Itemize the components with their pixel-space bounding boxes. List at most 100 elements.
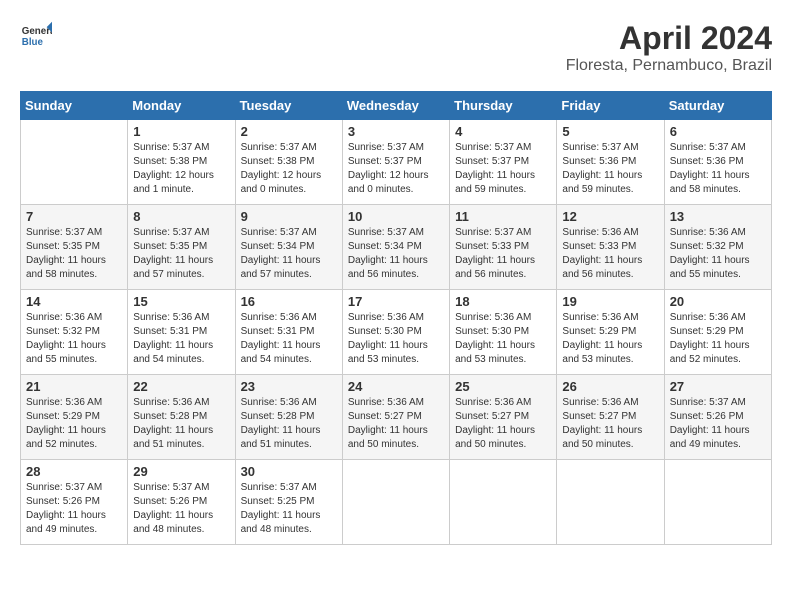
logo: General Blue [20,20,52,52]
calendar-header-wednesday: Wednesday [342,92,449,120]
day-number: 3 [348,124,444,139]
day-info: Sunrise: 5:36 AM Sunset: 5:29 PM Dayligh… [670,311,766,367]
day-number: 8 [133,209,229,224]
day-info: Sunrise: 5:37 AM Sunset: 5:35 PM Dayligh… [133,226,229,282]
calendar-cell: 5 Sunrise: 5:37 AM Sunset: 5:36 PM Daylig… [557,120,664,205]
day-number: 1 [133,124,229,139]
day-number: 20 [670,294,766,309]
day-number: 7 [26,209,122,224]
day-number: 18 [455,294,551,309]
day-number: 27 [670,379,766,394]
calendar-cell: 18 Sunrise: 5:36 AM Sunset: 5:30 PM Dayli… [450,290,557,375]
day-info: Sunrise: 5:36 AM Sunset: 5:28 PM Dayligh… [241,396,337,452]
calendar-header-thursday: Thursday [450,92,557,120]
day-info: Sunrise: 5:36 AM Sunset: 5:27 PM Dayligh… [348,396,444,452]
calendar-cell: 4 Sunrise: 5:37 AM Sunset: 5:37 PM Daylig… [450,120,557,205]
day-number: 4 [455,124,551,139]
calendar-cell: 13 Sunrise: 5:36 AM Sunset: 5:32 PM Dayli… [664,205,771,290]
calendar-cell [450,460,557,545]
svg-text:Blue: Blue [22,37,44,48]
calendar-cell: 14Sunrise: 5:36 AM Sunset: 5:32 PM Dayli… [21,290,128,375]
day-info: Sunrise: 5:36 AM Sunset: 5:29 PM Dayligh… [26,396,122,452]
day-info: Sunrise: 5:37 AM Sunset: 5:37 PM Dayligh… [455,141,551,197]
calendar-header-tuesday: Tuesday [235,92,342,120]
calendar-header-saturday: Saturday [664,92,771,120]
calendar-table: SundayMondayTuesdayWednesdayThursdayFrid… [20,91,772,545]
calendar-week-5: 28 Sunrise: 5:37 AM Sunset: 5:26 PM Dayli… [21,460,772,545]
calendar-cell: 12 Sunrise: 5:36 AM Sunset: 5:33 PM Dayli… [557,205,664,290]
day-number: 30 [241,464,337,479]
day-number: 14 [26,294,122,309]
calendar-header-monday: Monday [128,92,235,120]
day-info: Sunrise: 5:37 AM Sunset: 5:26 PM Dayligh… [670,396,766,452]
calendar-cell: 10Sunrise: 5:37 AM Sunset: 5:34 PM Dayli… [342,205,449,290]
day-number: 25 [455,379,551,394]
day-info: Sunrise: 5:37 AM Sunset: 5:26 PM Dayligh… [133,481,229,537]
calendar-week-4: 21 Sunrise: 5:36 AM Sunset: 5:29 PM Dayli… [21,375,772,460]
day-info: Sunrise: 5:36 AM Sunset: 5:31 PM Dayligh… [241,311,337,367]
calendar-week-2: 7 Sunrise: 5:37 AM Sunset: 5:35 PM Daylig… [21,205,772,290]
day-info: Sunrise: 5:37 AM Sunset: 5:38 PM Dayligh… [133,141,229,197]
calendar-cell: 25 Sunrise: 5:36 AM Sunset: 5:27 PM Dayli… [450,375,557,460]
calendar-cell: 29 Sunrise: 5:37 AM Sunset: 5:26 PM Dayli… [128,460,235,545]
day-info: Sunrise: 5:36 AM Sunset: 5:28 PM Dayligh… [133,396,229,452]
day-number: 22 [133,379,229,394]
day-number: 15 [133,294,229,309]
page-title: April 2024 [566,20,772,57]
day-number: 21 [26,379,122,394]
calendar-cell: 20 Sunrise: 5:36 AM Sunset: 5:29 PM Dayli… [664,290,771,375]
day-info: Sunrise: 5:37 AM Sunset: 5:25 PM Dayligh… [241,481,337,537]
day-number: 26 [562,379,658,394]
day-info: Sunrise: 5:36 AM Sunset: 5:30 PM Dayligh… [348,311,444,367]
day-number: 11 [455,209,551,224]
day-number: 5 [562,124,658,139]
calendar-cell: 17Sunrise: 5:36 AM Sunset: 5:30 PM Dayli… [342,290,449,375]
calendar-cell: 3 Sunrise: 5:37 AM Sunset: 5:37 PM Daylig… [342,120,449,205]
calendar-cell: 19 Sunrise: 5:36 AM Sunset: 5:29 PM Dayli… [557,290,664,375]
calendar-header-sunday: Sunday [21,92,128,120]
calendar-cell: 30 Sunrise: 5:37 AM Sunset: 5:25 PM Dayli… [235,460,342,545]
day-number: 13 [670,209,766,224]
day-number: 29 [133,464,229,479]
calendar-cell: 1 Sunrise: 5:37 AM Sunset: 5:38 PM Daylig… [128,120,235,205]
calendar-header-row: SundayMondayTuesdayWednesdayThursdayFrid… [21,92,772,120]
day-info: Sunrise: 5:36 AM Sunset: 5:33 PM Dayligh… [562,226,658,282]
calendar-cell: 27 Sunrise: 5:37 AM Sunset: 5:26 PM Dayli… [664,375,771,460]
calendar-week-1: 1 Sunrise: 5:37 AM Sunset: 5:38 PM Daylig… [21,120,772,205]
calendar-cell: 11 Sunrise: 5:37 AM Sunset: 5:33 PM Dayli… [450,205,557,290]
day-number: 19 [562,294,658,309]
day-info: Sunrise: 5:36 AM Sunset: 5:30 PM Dayligh… [455,311,551,367]
calendar-cell: 21 Sunrise: 5:36 AM Sunset: 5:29 PM Dayli… [21,375,128,460]
calendar-cell [21,120,128,205]
day-info: Sunrise: 5:37 AM Sunset: 5:33 PM Dayligh… [455,226,551,282]
day-number: 28 [26,464,122,479]
calendar-cell: 6 Sunrise: 5:37 AM Sunset: 5:36 PM Daylig… [664,120,771,205]
day-info: Sunrise: 5:36 AM Sunset: 5:29 PM Dayligh… [562,311,658,367]
calendar-cell: 26Sunrise: 5:36 AM Sunset: 5:27 PM Dayli… [557,375,664,460]
logo-icon: General Blue [20,20,52,52]
day-info: Sunrise: 5:37 AM Sunset: 5:26 PM Dayligh… [26,481,122,537]
calendar-header-friday: Friday [557,92,664,120]
day-number: 12 [562,209,658,224]
calendar-cell: 7Sunrise: 5:37 AM Sunset: 5:35 PM Daylig… [21,205,128,290]
day-number: 6 [670,124,766,139]
day-info: Sunrise: 5:37 AM Sunset: 5:37 PM Dayligh… [348,141,444,197]
day-number: 16 [241,294,337,309]
day-number: 24 [348,379,444,394]
calendar-week-3: 14Sunrise: 5:36 AM Sunset: 5:32 PM Dayli… [21,290,772,375]
page-subtitle: Floresta, Pernambuco, Brazil [566,57,772,75]
day-info: Sunrise: 5:37 AM Sunset: 5:34 PM Dayligh… [348,226,444,282]
day-info: Sunrise: 5:37 AM Sunset: 5:36 PM Dayligh… [562,141,658,197]
day-number: 9 [241,209,337,224]
day-info: Sunrise: 5:37 AM Sunset: 5:36 PM Dayligh… [670,141,766,197]
calendar-cell [342,460,449,545]
day-info: Sunrise: 5:36 AM Sunset: 5:27 PM Dayligh… [455,396,551,452]
calendar-cell [557,460,664,545]
calendar-cell: 8 Sunrise: 5:37 AM Sunset: 5:35 PM Daylig… [128,205,235,290]
page-header: General Blue April 2024 Floresta, Pernam… [20,20,772,75]
calendar-cell: 9 Sunrise: 5:37 AM Sunset: 5:34 PM Daylig… [235,205,342,290]
day-info: Sunrise: 5:37 AM Sunset: 5:38 PM Dayligh… [241,141,337,197]
day-info: Sunrise: 5:36 AM Sunset: 5:32 PM Dayligh… [670,226,766,282]
day-info: Sunrise: 5:37 AM Sunset: 5:34 PM Dayligh… [241,226,337,282]
calendar-cell: 23Sunrise: 5:36 AM Sunset: 5:28 PM Dayli… [235,375,342,460]
